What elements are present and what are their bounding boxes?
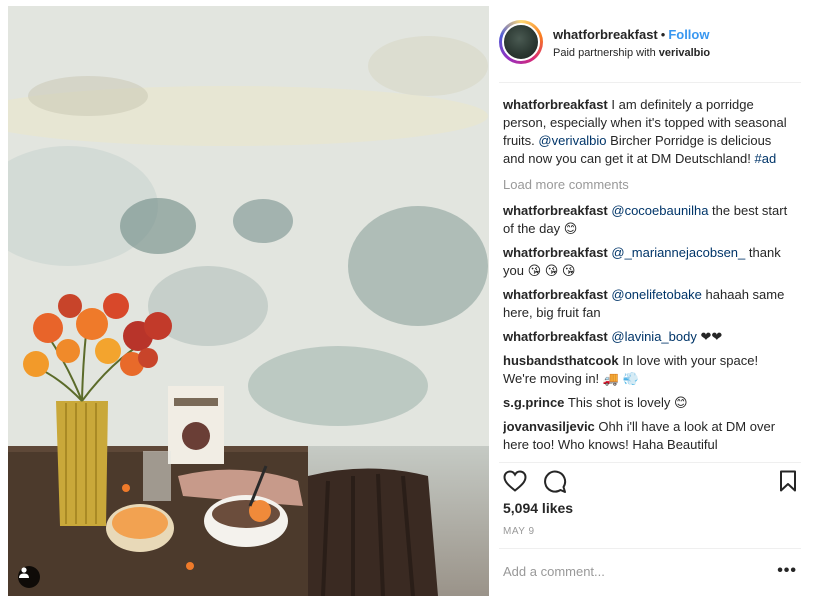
caption-username[interactable]: whatforbreakfast bbox=[503, 97, 608, 112]
comment-item: whatforbreakfast @onelifetobake hahaah s… bbox=[503, 286, 793, 322]
comment-item: husbandsthatcook In love with your space… bbox=[503, 352, 793, 388]
caption-mention[interactable]: @verivalbio bbox=[538, 133, 606, 148]
comment-text: ❤❤ bbox=[700, 329, 723, 344]
author-username[interactable]: whatforbreakfast bbox=[553, 27, 658, 42]
comments-divider bbox=[499, 462, 801, 463]
load-more-comments-button[interactable]: Load more comments bbox=[503, 176, 793, 194]
post-side-panel: whatforbreakfast • Follow Paid partnership… bbox=[489, 6, 811, 596]
partnership-line: Paid partnership with verivalbio bbox=[553, 47, 710, 59]
comment-mention[interactable]: @_mariannejacobsen_ bbox=[611, 245, 745, 260]
heart-outline-icon[interactable] bbox=[503, 470, 527, 492]
add-comment-input[interactable] bbox=[503, 564, 773, 579]
comment-username[interactable]: whatforbreakfast bbox=[503, 329, 608, 344]
story-ring[interactable] bbox=[499, 20, 543, 64]
footer-divider bbox=[499, 548, 801, 549]
follow-button[interactable]: Follow bbox=[668, 27, 709, 42]
speech-bubble-icon[interactable] bbox=[543, 470, 567, 494]
comment-username[interactable]: whatforbreakfast bbox=[503, 203, 608, 218]
comment-mention[interactable]: @onelifetobake bbox=[611, 287, 702, 302]
caption: whatforbreakfast I am definitely a porri… bbox=[503, 96, 793, 168]
comment-item: whatforbreakfast @lavinia_body ❤❤ bbox=[503, 328, 793, 346]
post-header: whatforbreakfast • Follow Paid partnership… bbox=[489, 6, 811, 76]
comment-mention[interactable]: @cocoebaunilha bbox=[611, 203, 708, 218]
caption-hashtag[interactable]: #ad bbox=[755, 151, 777, 166]
action-bar bbox=[503, 470, 797, 494]
comment-username[interactable]: whatforbreakfast bbox=[503, 245, 608, 260]
comment-item: whatforbreakfast @cocoebaunilha the best… bbox=[503, 202, 793, 238]
person-glyph bbox=[19, 567, 29, 578]
partner-link[interactable]: verivalbio bbox=[659, 47, 710, 59]
post-date[interactable]: MAY 9 bbox=[503, 526, 535, 537]
comment-item: whatforbreakfast @_mariannejacobsen_ tha… bbox=[503, 244, 793, 280]
avatar[interactable] bbox=[502, 23, 540, 61]
comment-mention[interactable]: @lavinia_body bbox=[611, 329, 696, 344]
bookmark-icon[interactable] bbox=[779, 470, 797, 492]
partnership-prefix: Paid partnership with bbox=[553, 47, 656, 59]
comment-item: jovanvasiljevic Ohh i'll have a look at … bbox=[503, 418, 793, 454]
comment-username[interactable]: husbandsthatcook bbox=[503, 353, 619, 368]
photo-illustration bbox=[8, 6, 489, 596]
comment-item: s.g.prince This shot is lovely 😊 bbox=[503, 394, 793, 412]
separator-dot: • bbox=[660, 27, 666, 42]
comment-username[interactable]: whatforbreakfast bbox=[503, 287, 608, 302]
comment-username[interactable]: jovanvasiljevic bbox=[503, 419, 595, 434]
more-options-button[interactable]: ••• bbox=[777, 563, 797, 579]
post-photo[interactable] bbox=[8, 6, 489, 596]
comment-username[interactable]: s.g.prince bbox=[503, 395, 564, 410]
comment-text: This shot is lovely 😊 bbox=[567, 395, 688, 410]
comments-list[interactable]: whatforbreakfast I am definitely a porri… bbox=[503, 96, 793, 460]
likes-count[interactable]: 5,094 likes bbox=[503, 500, 573, 516]
header-divider bbox=[499, 82, 801, 83]
author-line: whatforbreakfast • Follow bbox=[553, 27, 709, 42]
person-icon[interactable] bbox=[18, 566, 40, 588]
